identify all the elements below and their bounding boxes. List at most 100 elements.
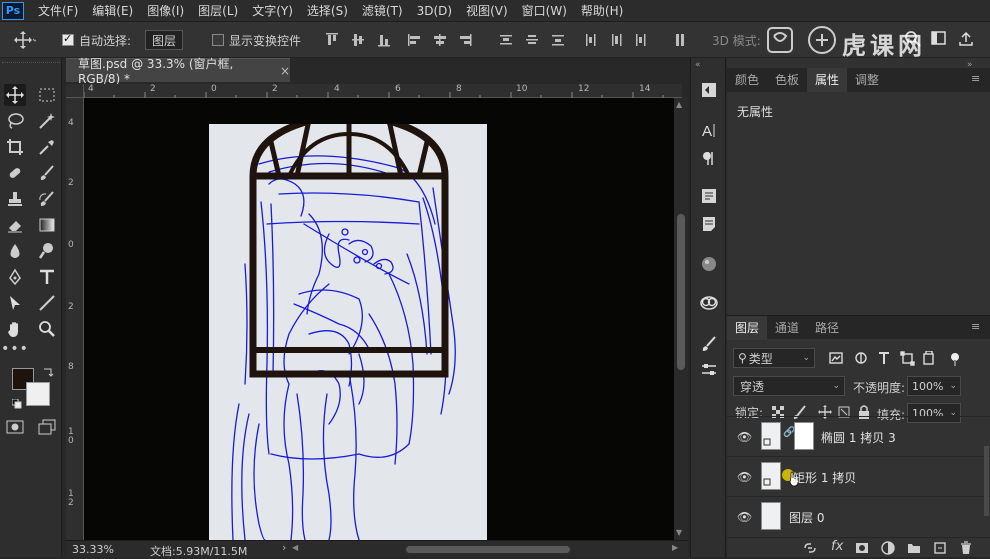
visibility-eye-icon[interactable]: 👁 [737, 470, 752, 484]
mask-icon[interactable] [855, 541, 869, 555]
layer-row[interactable]: 👁 🔗 椭圆 1 拷贝 3 [727, 416, 990, 456]
menu-help[interactable]: 帮助(H) [581, 2, 623, 19]
horizontal-scrollbar-thumb[interactable] [406, 546, 570, 553]
fx-icon[interactable]: fx [831, 539, 843, 554]
eyedropper-tool-icon[interactable] [36, 136, 58, 158]
hand-tool-icon[interactable] [4, 318, 26, 340]
close-tab-icon[interactable]: × [280, 64, 290, 78]
swap-colors-icon[interactable] [42, 366, 54, 378]
tab-channels[interactable]: 通道 [767, 316, 807, 340]
tab-properties[interactable]: 属性 [807, 68, 848, 92]
tab-color[interactable]: 颜色 [727, 68, 767, 92]
layer-row[interactable]: 👁 图层 0 [727, 496, 990, 536]
marquee-tool-icon[interactable] [36, 84, 58, 106]
link-icon[interactable] [803, 541, 817, 555]
visibility-eye-icon[interactable]: 👁 [737, 430, 752, 444]
path-selection-tool-icon[interactable] [4, 292, 26, 314]
auto-select-checkbox[interactable]: 自动选择: [62, 30, 131, 50]
scrollbar-thumb[interactable] [677, 214, 685, 370]
adjustment-icon[interactable] [881, 541, 895, 555]
layer-filter-icons[interactable] [829, 351, 969, 367]
document-canvas[interactable] [209, 110, 487, 540]
menu-edit[interactable]: 编辑(E) [92, 2, 133, 19]
brush-settings-panel-icon[interactable] [699, 334, 719, 354]
pen-tool-icon[interactable] [4, 266, 26, 288]
blur-tool-icon[interactable] [4, 240, 26, 262]
show-transform-checkbox[interactable]: 显示变换控件 [212, 30, 301, 50]
layers-scrollbar[interactable] [984, 446, 989, 516]
menu-layer[interactable]: 图层(L) [198, 2, 238, 19]
menu-type[interactable]: 文字(Y) [252, 2, 293, 19]
collapse-panels-icon[interactable]: « [695, 60, 701, 70]
tab-swatches[interactable]: 色板 [767, 68, 807, 92]
hscroll-right-icon[interactable]: ▶ [672, 543, 678, 552]
menu-3d[interactable]: 3D(D) [417, 4, 452, 18]
character-panel-icon[interactable]: A [699, 120, 719, 140]
brush-tool-icon[interactable] [36, 162, 58, 184]
hscroll-left-icon[interactable]: ◀ [292, 543, 298, 552]
zoom-level[interactable]: 33.33% [72, 543, 114, 556]
tab-adjustments[interactable]: 调整 [847, 68, 887, 92]
horizontal-ruler[interactable]: 4 2 0 2 4 6 8 10 12 14 [84, 84, 682, 98]
menu-view[interactable]: 视图(V) [466, 2, 508, 19]
align-distribute-icons[interactable] [322, 32, 702, 48]
line-tool-icon[interactable] [36, 292, 58, 314]
canvas-area[interactable] [84, 98, 674, 540]
tab-layers[interactable]: 图层 [727, 316, 768, 340]
notes-panel-icon[interactable] [699, 214, 719, 234]
menu-file[interactable]: 文件(F) [38, 2, 78, 19]
blend-mode-dropdown[interactable]: 穿透 ⌄ [733, 376, 845, 396]
default-colors-icon[interactable] [11, 398, 22, 409]
ruler-label: 2 [68, 302, 74, 312]
menu-select[interactable]: 选择(S) [307, 2, 348, 19]
vertical-ruler[interactable]: 4 2 0 2 8 1 0 1 2 [66, 98, 84, 540]
trash-icon[interactable] [959, 541, 973, 555]
crop-tool-icon[interactable] [4, 136, 26, 158]
type-tool-icon[interactable] [36, 266, 58, 288]
clone-stamp-tool-icon[interactable] [4, 188, 26, 210]
background-color-swatch[interactable] [26, 382, 50, 406]
ruler-origin[interactable] [66, 84, 84, 98]
zoom-tool-icon[interactable] [36, 318, 58, 340]
move-tool-icon[interactable] [4, 84, 26, 106]
layer-row[interactable]: 👁 矩形 1 拷贝 [727, 456, 990, 496]
auto-select-dropdown[interactable]: 图层 [145, 30, 184, 50]
history-brush-tool-icon[interactable] [36, 188, 58, 210]
dodge-tool-icon[interactable] [36, 240, 58, 262]
quick-mask-icon[interactable] [4, 416, 26, 438]
lasso-tool-icon[interactable] [4, 110, 26, 132]
menu-image[interactable]: 图像(I) [147, 2, 184, 19]
history-panel-icon[interactable] [699, 80, 719, 100]
layer-mask-thumbnail[interactable] [794, 422, 814, 450]
menu-window[interactable]: 窗口(W) [522, 2, 567, 19]
layer-name[interactable]: 图层 0 [789, 509, 824, 526]
layer-name[interactable]: 矩形 1 拷贝 [793, 469, 856, 486]
layer-filter-dropdown[interactable]: ⚲ 类型 ⌄ [733, 348, 815, 368]
tab-paths[interactable]: 路径 [807, 316, 847, 340]
magic-wand-tool-icon[interactable] [36, 110, 58, 132]
layers-panel-menu-icon[interactable]: ≡ [971, 320, 980, 333]
move-tool-preset-icon[interactable] [14, 30, 36, 50]
screen-mode-icon[interactable] [36, 416, 58, 438]
healing-brush-tool-icon[interactable] [4, 162, 26, 184]
more-tools-icon[interactable]: ••• [1, 338, 28, 360]
scroll-up-icon[interactable]: ▲ [676, 100, 682, 109]
gradient-tool-icon[interactable] [36, 214, 58, 236]
scroll-down-icon[interactable]: ▼ [676, 528, 682, 537]
timeline-panel-icon[interactable] [699, 254, 719, 274]
paragraph-panel-icon[interactable] [699, 148, 719, 168]
document-tab[interactable]: 草图.psd @ 33.3% (窗户框, RGB/8) * × [66, 57, 290, 86]
opacity-input[interactable]: 100% ⌄ [907, 376, 961, 396]
properties-adjust-icon[interactable] [699, 360, 719, 380]
vertical-scrollbar[interactable]: ▲ ▼ [674, 98, 688, 540]
visibility-eye-icon[interactable]: 👁 [737, 510, 752, 524]
eraser-tool-icon[interactable] [4, 214, 26, 236]
new-layer-icon[interactable] [933, 541, 947, 555]
panel-menu-icon[interactable]: ≡ [971, 72, 980, 85]
glyphs-panel-icon[interactable] [699, 186, 719, 206]
menu-filter[interactable]: 滤镜(T) [362, 2, 403, 19]
libraries-panel-icon[interactable] [699, 292, 719, 312]
layer-name[interactable]: 椭圆 1 拷贝 3 [821, 429, 896, 446]
status-menu-arrow-icon[interactable]: › [282, 541, 286, 554]
folder-icon[interactable] [907, 541, 921, 555]
